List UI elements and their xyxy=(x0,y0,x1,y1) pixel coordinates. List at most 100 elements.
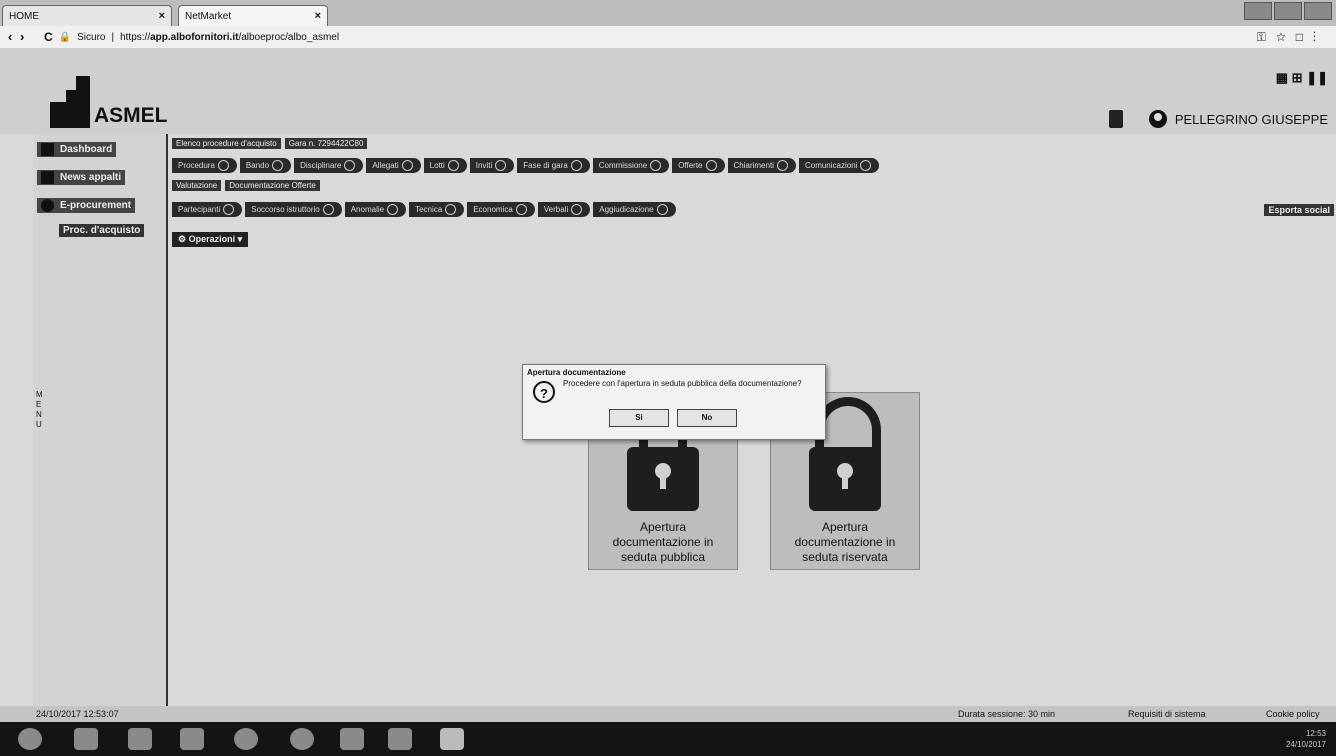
close-window-button[interactable] xyxy=(1304,2,1332,20)
pause-icon[interactable]: ❚❚ xyxy=(1306,70,1328,85)
breadcrumb-item[interactable]: Elenco procedure d'acquisto xyxy=(172,138,281,149)
sidebar-item-label: News appalti xyxy=(60,172,122,183)
header-icons: ▦ ⊞ ❚❚ xyxy=(1276,70,1328,86)
card-label: Apertura documentazione in seduta riserv… xyxy=(794,520,896,564)
app-icon[interactable] xyxy=(290,728,314,750)
tab-documentazione[interactable]: Documentazione Offerte xyxy=(225,180,320,191)
grid-icon[interactable]: ▦ xyxy=(1276,70,1288,85)
yes-button[interactable]: Si xyxy=(609,409,669,427)
sidebar-item-eprocurement[interactable]: E-procurement xyxy=(37,198,136,213)
step-tab[interactable]: Aggiudicazione xyxy=(593,202,676,217)
extension-icon[interactable]: □ xyxy=(1296,30,1313,44)
sidebar-item-news[interactable]: News appalti xyxy=(37,170,126,185)
browser-toolbar-icons: ⚿☆□⋮ xyxy=(1257,30,1326,45)
step-tab[interactable]: Partecipanti xyxy=(172,202,243,217)
export-button[interactable]: Esporta social xyxy=(1264,204,1334,216)
tab-valutazione[interactable]: Valutazione xyxy=(172,180,222,191)
system-clock[interactable]: 12:53 24/10/2017 xyxy=(1286,728,1326,750)
browser-tab-title: HOME xyxy=(9,10,39,22)
browser-tab-title: NetMarket xyxy=(185,10,232,22)
step-tab[interactable]: Inviti xyxy=(469,158,515,173)
layout-icon[interactable]: ⊞ xyxy=(1292,70,1303,85)
sidebar-subitem-proc[interactable]: Proc. d'acquisto xyxy=(59,224,145,237)
step-tab[interactable]: Offerte xyxy=(672,158,725,173)
reload-icon[interactable]: C xyxy=(44,30,53,44)
browser-tab-netmarket[interactable]: NetMarket × xyxy=(178,5,328,26)
user-name[interactable]: PELLEGRINO GIUSEPPE xyxy=(1175,112,1328,127)
app-icon[interactable] xyxy=(388,728,412,750)
step-tab[interactable]: Lotti xyxy=(423,158,467,173)
check-icon xyxy=(344,160,356,171)
footer-requirements-link[interactable]: Requisiti di sistema xyxy=(1128,709,1206,719)
taskbar: 12:53 24/10/2017 xyxy=(0,722,1336,756)
asmel-logo[interactable]: ASMEL xyxy=(48,74,168,130)
footer-timestamp: 24/10/2017 12:53:07 xyxy=(36,709,119,719)
dialog-message: Procedere con l'apertura in seduta pubbl… xyxy=(563,379,802,388)
step-tab[interactable]: Tecnica xyxy=(409,202,465,217)
globe-icon xyxy=(41,199,54,212)
sidebar-item-dashboard[interactable]: Dashboard xyxy=(37,142,117,157)
no-button[interactable]: No xyxy=(677,409,737,427)
maximize-button[interactable] xyxy=(1274,2,1302,20)
step-tab[interactable]: Verbali xyxy=(537,202,591,217)
step-tab[interactable]: Fase di gara xyxy=(517,158,590,173)
ie-icon[interactable] xyxy=(74,728,98,750)
url-field[interactable]: C 🔒 Sicuro | https://app.albofornitori.i… xyxy=(44,29,339,45)
check-icon xyxy=(650,160,662,171)
step-tab[interactable]: Procedura xyxy=(172,158,237,173)
evaluation-steps: Partecipanti Soccorso istruttorio Anomal… xyxy=(172,202,676,217)
browser-tabstrip: HOME × NetMarket × xyxy=(0,0,1336,26)
step-tab[interactable]: Bando xyxy=(239,158,292,173)
start-icon[interactable] xyxy=(18,728,42,750)
scales-icon xyxy=(41,171,54,184)
menu-icon[interactable]: ⋮ xyxy=(1313,30,1326,44)
step-tab[interactable]: Chiarimenti xyxy=(727,158,796,173)
check-icon xyxy=(656,204,668,215)
clock-time: 12:53 xyxy=(1305,729,1326,738)
star-icon[interactable]: ☆ xyxy=(1276,30,1296,44)
operations-button[interactable]: ⚙ Operazioni ▾ xyxy=(172,232,249,247)
card-label: Apertura documentazione in seduta pubbli… xyxy=(612,520,714,564)
footer: 24/10/2017 12:53:07 Durata sessione: 30 … xyxy=(0,706,1336,722)
lock-icon: 🔒 xyxy=(58,31,72,43)
sidebar-item-label: Dashboard xyxy=(60,144,113,155)
check-icon xyxy=(860,160,872,171)
check-icon xyxy=(387,204,399,215)
section-tabs: Valutazione Documentazione Offerte xyxy=(172,180,320,191)
step-tab[interactable]: Comunicazioni xyxy=(798,158,880,173)
app-icon[interactable] xyxy=(180,728,204,750)
procedure-steps: Procedura Bando Disciplinare Allegati Lo… xyxy=(172,158,880,173)
key-icon[interactable]: ⚿ xyxy=(1257,30,1276,44)
check-icon xyxy=(223,204,235,215)
check-icon xyxy=(705,160,717,171)
chrome-icon[interactable] xyxy=(234,728,258,750)
breadcrumb-item[interactable]: Gara n. 7294422C80 xyxy=(284,138,368,149)
home-icon xyxy=(41,143,54,156)
logo-text: ASMEL xyxy=(94,104,168,127)
step-tab[interactable]: Allegati xyxy=(366,158,421,173)
step-tab[interactable]: Anomalie xyxy=(344,202,407,217)
file-explorer-icon[interactable] xyxy=(128,728,152,750)
check-icon xyxy=(217,160,229,171)
url-text: https://app.albofornitori.it/alboeproc/a… xyxy=(120,31,340,43)
forward-icon[interactable]: › xyxy=(20,29,24,44)
app-icon[interactable] xyxy=(340,728,364,750)
user-bar: PELLEGRINO GIUSEPPE xyxy=(1108,110,1328,128)
step-tab[interactable]: Economica xyxy=(467,202,535,217)
back-icon[interactable]: ‹ xyxy=(8,29,12,44)
minimize-button[interactable] xyxy=(1244,2,1272,20)
close-icon[interactable]: × xyxy=(159,10,165,22)
step-tab[interactable]: Commissione xyxy=(592,158,670,173)
dialog-buttons: Si No xyxy=(609,409,737,427)
document-icon[interactable] xyxy=(1108,110,1123,128)
close-icon[interactable]: × xyxy=(315,10,321,22)
step-tab[interactable]: Disciplinare xyxy=(294,158,364,173)
user-icon[interactable] xyxy=(1148,110,1167,128)
step-tab[interactable]: Soccorso istruttorio xyxy=(245,202,342,217)
word-icon[interactable] xyxy=(440,728,464,750)
footer-cookie-link[interactable]: Cookie policy xyxy=(1266,709,1320,719)
check-icon xyxy=(322,204,334,215)
footer-session: Durata sessione: 30 min xyxy=(958,709,1056,719)
browser-tab-home[interactable]: HOME × xyxy=(2,5,172,26)
menu-vertical-label[interactable]: MENU xyxy=(36,390,43,430)
